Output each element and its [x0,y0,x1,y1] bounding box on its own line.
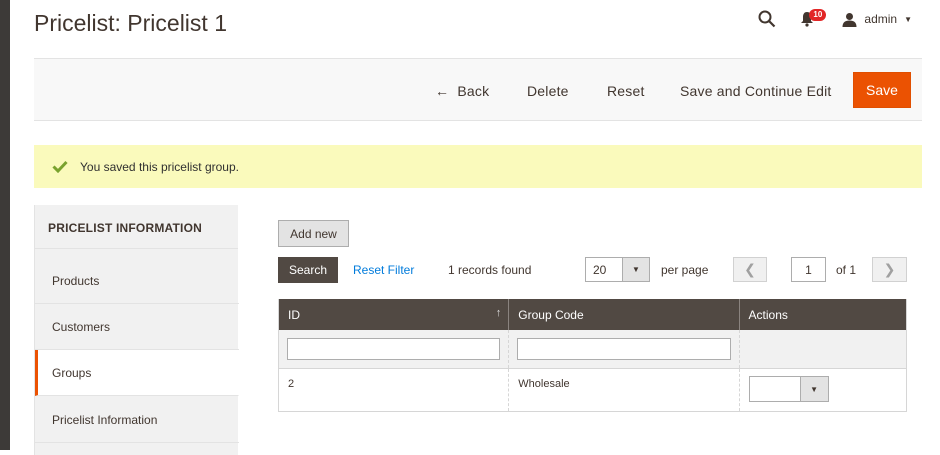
column-header-id-label: ID [288,308,300,322]
reset-filter-link[interactable]: Reset Filter [353,263,414,277]
filter-cell-id [279,330,510,368]
admin-user-menu[interactable]: admin ▼ [842,12,912,27]
sidebar-item-groups[interactable]: Groups [35,350,239,396]
grid-header-row: ID ↑ Group Code Actions [279,299,906,330]
sort-arrow-icon: ↑ [495,307,502,319]
table-row[interactable]: 2 Wholesale ▼ [279,369,906,411]
filter-input-id[interactable] [287,338,501,360]
column-header-actions: Actions [748,308,788,322]
column-header-id[interactable]: ID ↑ [279,299,510,330]
page-title: Pricelist: Pricelist 1 [34,10,227,36]
cell-group-code: Wholesale [509,369,740,411]
row-action-select[interactable]: ▼ [748,376,829,402]
admin-username: admin [864,12,898,26]
cell-id: 2 [279,369,510,411]
left-edge-strip [0,0,10,450]
caret-down-icon: ▼ [904,14,912,24]
search-icon[interactable] [758,8,778,30]
filter-input-group-code[interactable] [517,338,731,360]
chevron-left-icon: ❮ [744,261,756,277]
delete-button[interactable]: Delete [527,83,569,99]
search-button[interactable]: Search [278,257,338,283]
sidebar-heading: PRICELIST INFORMATION [35,205,238,249]
chevron-down-icon: ▼ [622,258,649,281]
success-message-text: You saved this pricelist group. [80,159,239,174]
add-new-button[interactable]: Add new [278,220,349,247]
column-header-group-code[interactable]: Group Code [509,299,740,330]
notifications-bell-icon[interactable]: 10 [800,8,827,30]
per-page-select[interactable]: 20 ▼ [585,257,650,282]
chevron-down-icon: ▼ [799,377,828,401]
groups-grid: ID ↑ Group Code Actions 2 Wholesale ▼ [278,299,907,412]
notification-count-badge: 10 [809,9,827,21]
row-action-value [750,377,800,401]
arrow-left-icon: ← [435,83,450,99]
back-button[interactable]: ← Back [435,83,489,99]
page-actions-toolbar: ← Back Delete Reset Save and Continue Ed… [34,58,922,121]
reset-button[interactable]: Reset [607,83,645,99]
per-page-label: per page [661,263,709,277]
page-number-input[interactable]: 1 [791,257,826,282]
records-found-text: 1 records found [448,263,532,277]
grid-filter-row [279,330,906,369]
sidebar-item-products[interactable]: Products [35,258,239,304]
next-page-button[interactable]: ❯ [872,257,907,282]
page-total-text: of 1 [836,263,857,277]
per-page-value: 20 [593,263,607,277]
sidebar-item-pricelist-information[interactable]: Pricelist Information [35,397,239,443]
save-button[interactable]: Save [853,72,911,108]
filter-cell-group-code [509,330,740,368]
checkmark-icon [52,160,68,173]
previous-page-button[interactable]: ❮ [733,257,767,282]
success-message: You saved this pricelist group. [34,145,922,188]
chevron-right-icon: ❯ [883,261,896,277]
sidebar-item-customers[interactable]: Customers [35,304,239,350]
sidebar-tabs: PRICELIST INFORMATION Products Customers… [34,205,239,455]
filter-cell-actions [740,330,906,368]
back-label: Back [457,83,490,99]
user-icon [842,12,857,27]
cell-actions: ▼ [740,369,906,411]
header-actions: 10 admin ▼ [758,8,912,30]
save-and-continue-button[interactable]: Save and Continue Edit [680,83,832,99]
